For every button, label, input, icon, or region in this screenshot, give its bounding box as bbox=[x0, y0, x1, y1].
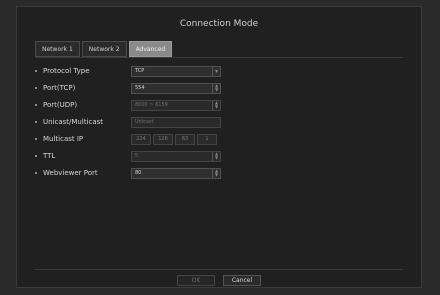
port-tcp-stepper[interactable]: 554 ▲ ▼ bbox=[131, 83, 221, 94]
port-udp-stepper: 8000 ~ 8159 ▲ ▼ bbox=[131, 100, 221, 111]
footer-divider bbox=[35, 269, 403, 270]
ok-button[interactable]: OK bbox=[177, 275, 215, 286]
ttl-value: 5 bbox=[135, 153, 139, 159]
webviewer-port-label: Webviewer Port bbox=[35, 165, 98, 181]
ip-octet-1: 224 bbox=[131, 134, 151, 145]
ip-octet-3: 63 bbox=[175, 134, 195, 145]
ttl-row: TTL 5 ▲ ▼ bbox=[35, 148, 405, 164]
ip-octet-4: 1 bbox=[197, 134, 217, 145]
multicast-ip-label: Multicast IP bbox=[35, 131, 83, 147]
stepper-arrows-icon[interactable]: ▲ ▼ bbox=[212, 169, 220, 178]
protocol-type-label: Protocol Type bbox=[35, 63, 90, 79]
unicast-multicast-label: Unicast/Multicast bbox=[35, 114, 103, 130]
protocol-type-value: TCP bbox=[135, 68, 145, 74]
port-udp-row: Port(UDP) 8000 ~ 8159 ▲ ▼ bbox=[35, 97, 405, 113]
advanced-settings-form: Protocol Type TCP ▾ Port(TCP) 554 ▲ ▼ Por… bbox=[35, 63, 405, 182]
ip-octet-2: 126 bbox=[153, 134, 173, 145]
stepper-arrows-icon[interactable]: ▲ ▼ bbox=[212, 84, 220, 93]
connection-mode-dialog: Connection Mode Network 1 Network 2 Adva… bbox=[16, 6, 422, 288]
unicast-multicast-dropdown: Unicast bbox=[131, 117, 221, 128]
port-udp-value: 8000 ~ 8159 bbox=[135, 102, 168, 108]
webviewer-port-value: 80 bbox=[135, 170, 142, 176]
port-tcp-row: Port(TCP) 554 ▲ ▼ bbox=[35, 80, 405, 96]
multicast-ip-input: 224 126 63 1 bbox=[131, 134, 217, 145]
tab-bar: Network 1 Network 2 Advanced bbox=[35, 41, 173, 57]
tab-divider bbox=[35, 57, 403, 58]
protocol-type-dropdown[interactable]: TCP ▾ bbox=[131, 66, 221, 77]
multicast-ip-row: Multicast IP 224 126 63 1 bbox=[35, 131, 405, 147]
protocol-type-row: Protocol Type TCP ▾ bbox=[35, 63, 405, 79]
unicast-multicast-value: Unicast bbox=[135, 119, 154, 125]
ttl-stepper: 5 ▲ ▼ bbox=[131, 151, 221, 162]
tab-network-2[interactable]: Network 2 bbox=[81, 41, 127, 57]
port-udp-label: Port(UDP) bbox=[35, 97, 77, 113]
port-tcp-label: Port(TCP) bbox=[35, 80, 75, 96]
dialog-buttons: OK Cancel bbox=[17, 275, 421, 289]
stepper-arrows-icon: ▲ ▼ bbox=[212, 101, 220, 110]
ttl-label: TTL bbox=[35, 148, 55, 164]
tab-network-1[interactable]: Network 1 bbox=[35, 41, 80, 57]
webviewer-port-row: Webviewer Port 80 ▲ ▼ bbox=[35, 165, 405, 181]
port-tcp-value: 554 bbox=[135, 85, 145, 91]
dialog-title: Connection Mode bbox=[179, 19, 259, 29]
webviewer-port-stepper[interactable]: 80 ▲ ▼ bbox=[131, 168, 221, 179]
dropdown-arrow-icon: ▾ bbox=[212, 67, 220, 76]
tab-advanced[interactable]: Advanced bbox=[128, 41, 173, 57]
cancel-button[interactable]: Cancel bbox=[223, 275, 261, 286]
unicast-multicast-row: Unicast/Multicast Unicast bbox=[35, 114, 405, 130]
stepper-arrows-icon: ▲ ▼ bbox=[212, 152, 220, 161]
